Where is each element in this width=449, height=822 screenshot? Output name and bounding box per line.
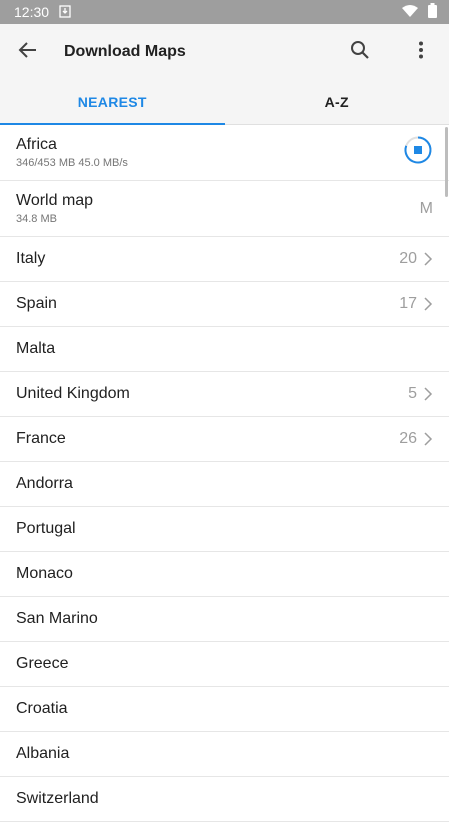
list-item-name: Africa (16, 136, 128, 154)
list-item-name: Portugal (16, 520, 76, 538)
list-item-count: 17 (399, 295, 417, 313)
more-vert-icon (418, 41, 424, 64)
list-item-italy[interactable]: Italy 20 (0, 237, 449, 282)
list-item-name: Greece (16, 655, 68, 673)
status-right (402, 3, 437, 21)
list-item-name: Croatia (16, 700, 68, 718)
list-item-portugal[interactable]: Portugal (0, 507, 449, 552)
stop-download-icon[interactable] (403, 135, 433, 170)
list-item-count: 20 (399, 250, 417, 268)
list-item-spain[interactable]: Spain 17 (0, 282, 449, 327)
back-arrow-icon (18, 40, 38, 65)
list-item-count: 5 (408, 385, 417, 403)
list-item-croatia[interactable]: Croatia (0, 687, 449, 732)
list-item-right: 17 (399, 295, 433, 313)
list-item-status: M (420, 200, 433, 218)
page-title: Download Maps (64, 43, 186, 61)
app-bar: Download Maps (0, 24, 449, 79)
tab-a-z[interactable]: A-Z (225, 79, 449, 124)
battery-icon (428, 3, 437, 21)
list-item-name: United Kingdom (16, 385, 130, 403)
list-item-name: Monaco (16, 565, 73, 583)
list-item-monaco[interactable]: Monaco (0, 552, 449, 597)
list-item-name: Albania (16, 745, 69, 763)
list-item-malta[interactable]: Malta (0, 327, 449, 372)
chevron-right-icon (423, 387, 433, 401)
list-item-greece[interactable]: Greece (0, 642, 449, 687)
chevron-right-icon (423, 432, 433, 446)
list-item-right: M (420, 200, 433, 218)
tab-bar: NEAREST A-Z (0, 79, 449, 125)
scrollbar-thumb[interactable] (445, 127, 448, 197)
list-item-france[interactable]: France 26 (0, 417, 449, 462)
list-item-name: Spain (16, 295, 57, 313)
list-item-name: Italy (16, 250, 45, 268)
status-bar: 12:30 (0, 0, 449, 24)
list-item-name: Switzerland (16, 790, 99, 808)
list-item-text: World map 34.8 MB (16, 192, 93, 225)
list-item-united-kingdom[interactable]: United Kingdom 5 (0, 372, 449, 417)
list-item-right: 20 (399, 250, 433, 268)
chevron-right-icon (423, 252, 433, 266)
list-item-count: 26 (399, 430, 417, 448)
back-button[interactable] (4, 28, 52, 76)
status-time: 12:30 (14, 4, 49, 20)
download-progress-text: 346/453 MB 45.0 MB/s (16, 157, 128, 169)
list-item-name: World map (16, 192, 93, 210)
download-notification-icon (59, 4, 71, 21)
tab-nearest[interactable]: NEAREST (0, 79, 225, 124)
list-item-name: Andorra (16, 475, 73, 493)
list-item-albania[interactable]: Albania (0, 732, 449, 777)
list-item-africa[interactable]: Africa 346/453 MB 45.0 MB/s (0, 125, 449, 181)
list-item-text: Africa 346/453 MB 45.0 MB/s (16, 136, 128, 169)
maps-list: Africa 346/453 MB 45.0 MB/s World map 34… (0, 125, 449, 822)
list-item-name: Malta (16, 340, 55, 358)
wifi-icon (402, 4, 418, 20)
list-item-world-map[interactable]: World map 34.8 MB M (0, 181, 449, 237)
list-item-right: 26 (399, 430, 433, 448)
list-item-name: San Marino (16, 610, 98, 628)
status-left: 12:30 (14, 4, 71, 21)
list-item-size: 34.8 MB (16, 213, 93, 225)
list-item-san-marino[interactable]: San Marino (0, 597, 449, 642)
search-button[interactable] (336, 28, 384, 76)
search-icon (350, 40, 370, 65)
list-item-name: France (16, 430, 66, 448)
list-item-right: 5 (408, 385, 433, 403)
list-item-andorra[interactable]: Andorra (0, 462, 449, 507)
more-options-button[interactable] (397, 28, 445, 76)
chevron-right-icon (423, 297, 433, 311)
